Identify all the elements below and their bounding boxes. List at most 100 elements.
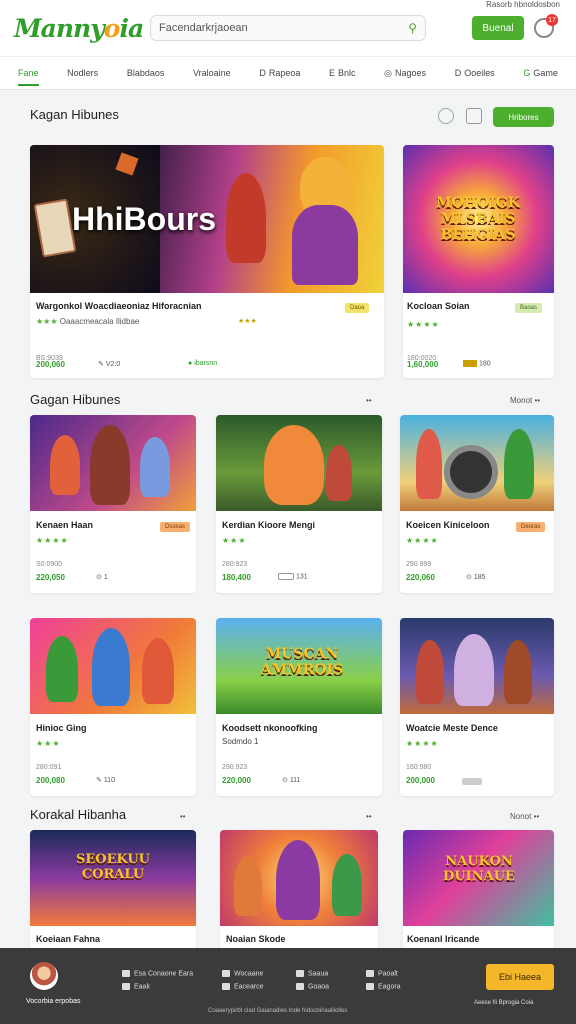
- rating-stars: ★★★: [238, 318, 257, 325]
- game-thumbnail: [400, 618, 554, 714]
- footer-right-text: Aeese fii Bprogia Coia: [474, 1000, 534, 1006]
- card-title: Koeiaan Fahna: [36, 934, 101, 944]
- tab-7[interactable]: ◎ Nagoes: [384, 60, 426, 86]
- tab-6[interactable]: E Bnlc: [329, 60, 356, 86]
- tab-4[interactable]: Vraloaine: [193, 60, 231, 86]
- dots-icon[interactable]: ••: [180, 812, 186, 821]
- section-more-3[interactable]: Nonot ••: [510, 812, 539, 821]
- bookmark-icon[interactable]: [466, 108, 482, 124]
- game-card[interactable]: SEOEKUU CORALU Koeiaan Fahna: [30, 830, 196, 950]
- game-card[interactable]: NAUKON DUINAUE Koenanl Iricande: [403, 830, 554, 950]
- featured-price: 200,060: [36, 360, 65, 369]
- grid-icon: [222, 983, 230, 991]
- card-title: Koenanl Iricande: [407, 934, 480, 944]
- dots-icon[interactable]: ••: [366, 396, 372, 405]
- footer-col-1: Esa Conaone Eara Eaak: [122, 970, 193, 997]
- card-title: Noaian Skode: [226, 934, 286, 944]
- avatar[interactable]: [30, 962, 58, 990]
- game-thumbnail: [30, 415, 196, 511]
- card-price: 180,400: [222, 573, 251, 582]
- section-title-2: Gagan Hibunes: [30, 392, 121, 407]
- card-meta: 290.999: [406, 561, 432, 568]
- dots-icon[interactable]: ••: [366, 812, 372, 821]
- tab-3[interactable]: Blabdaos: [127, 60, 165, 86]
- notification-icon[interactable]: 17: [534, 14, 558, 38]
- copyright: Coaaerypirbt clad Gaianadies Inde hidocb…: [208, 1008, 348, 1014]
- footer-link[interactable]: Saaua: [296, 970, 329, 977]
- section-button[interactable]: Hribores: [493, 107, 554, 127]
- search-input[interactable]: [159, 22, 409, 34]
- footer-button[interactable]: Ebi Haeea: [486, 964, 554, 990]
- mail-icon: [122, 970, 130, 977]
- side-banner-text: MOHOIGK MLSBAIS BEHGIAS: [436, 195, 520, 243]
- side-featured-stars: ★★★★: [407, 320, 440, 329]
- footer-link[interactable]: Esa Conaone Eara: [122, 970, 193, 977]
- nav-bar: Fane Nodlers Blabdaos Vraloaine D Rapeoa …: [0, 56, 576, 90]
- game-card[interactable]: Koeicen Kiniceloon Deoras ★★★★ 290.999 2…: [400, 415, 554, 593]
- top-link[interactable]: Rasorb hbnoldosbon: [486, 0, 560, 9]
- info-icon: [122, 983, 130, 991]
- footer-link[interactable]: Goaoa: [296, 983, 329, 991]
- footer-link[interactable]: Wocaane: [222, 970, 264, 977]
- featured-title: Wargonkol Woacdiaeoniaz Hiforacnian: [36, 301, 202, 311]
- tab-5[interactable]: D Rapeoa: [259, 60, 300, 86]
- tab-home[interactable]: Fane: [18, 68, 39, 86]
- side-featured-extra: 180: [463, 360, 491, 367]
- featured-card[interactable]: HhiBours Wargonkol Woacdiaeoniaz Hiforac…: [30, 145, 384, 378]
- side-featured-card[interactable]: MOHOIGK MLSBAIS BEHGIAS Kocloan Soian Ba…: [403, 145, 554, 378]
- card-meta: 280:091: [36, 764, 62, 771]
- settings-icon: [366, 983, 374, 991]
- section-more-2[interactable]: Monot ••: [510, 396, 540, 405]
- game-thumbnail: [216, 415, 382, 511]
- card-stars: ★★★★: [406, 739, 439, 748]
- featured-green-link[interactable]: ● ibarsnn: [188, 360, 217, 367]
- footer-link[interactable]: Eaak: [122, 983, 193, 991]
- game-banner-text: SEOEKUU CORALU: [75, 852, 151, 882]
- footer-link[interactable]: Paoalt: [366, 970, 401, 977]
- game-card[interactable]: Woatcie Meste Dence ★★★★ 160:980 200,000: [400, 618, 554, 796]
- card-subtitle: Sodmdo 1: [222, 737, 259, 746]
- tab-2[interactable]: Nodlers: [67, 60, 98, 86]
- footer: Vocorbia erpobas Esa Conaone Eara Eaak W…: [0, 948, 576, 1024]
- doc-icon: [222, 970, 230, 977]
- featured-thumbnail: HhiBours: [30, 145, 384, 293]
- footer-col-4: Paoalt Eagora: [366, 970, 401, 997]
- logo[interactable]: Mannyoia: [14, 14, 144, 43]
- footer-link[interactable]: Eacearce: [222, 983, 264, 991]
- game-card[interactable]: Kenaen Haan Dsoxas ★★★★ S0:0900 220,050 …: [30, 415, 196, 593]
- game-card[interactable]: Kerdian Kioore Mengi ★★★ 280:923 180,400…: [216, 415, 382, 593]
- card-price: 220,050: [36, 573, 65, 582]
- footer-username: Vocorbia erpobas: [26, 998, 81, 1005]
- card-meta: S0:0900: [36, 561, 63, 568]
- page-icon: [366, 970, 374, 977]
- game-card[interactable]: Noaian Skode: [220, 830, 378, 950]
- game-thumbnail: [220, 830, 378, 926]
- game-card[interactable]: MUSCAN AMMROIS Koodsett nkonoofking Sodm…: [216, 618, 382, 796]
- card-title: Koodsett nkonoofking: [222, 723, 318, 733]
- tab-icon: G: [523, 68, 531, 78]
- featured-edit[interactable]: ✎ V2:0: [98, 360, 120, 368]
- game-card[interactable]: Hinioc Ging ★★★ 280:091 200,080 ✎ 110: [30, 618, 196, 796]
- card-extra: 131: [278, 573, 308, 580]
- card-extra: ✎ 110: [96, 777, 115, 784]
- card-title: Kenaen Haan: [36, 520, 94, 530]
- tab-icon: D: [454, 68, 462, 78]
- game-thumbnail: SEOEKUU CORALU: [30, 830, 196, 926]
- card-price: 220,000: [222, 776, 251, 785]
- game-thumbnail: [30, 618, 196, 714]
- heart-icon[interactable]: [438, 108, 454, 124]
- footer-link[interactable]: Eagora: [366, 983, 401, 991]
- section-title-1: Kagan Hibunes: [30, 107, 119, 122]
- tab-8[interactable]: D Ooeiles: [455, 60, 495, 86]
- edit-icon: [296, 983, 304, 991]
- card-price: 200,080: [36, 776, 65, 785]
- card-meta: 160:980: [406, 764, 432, 771]
- card-extra: ⊙ 185: [466, 574, 486, 581]
- tab-9[interactable]: G Game: [523, 60, 558, 86]
- featured-stars: ★★★: [36, 317, 58, 326]
- search-box[interactable]: ⚲: [150, 15, 426, 41]
- card-stars: ★★★: [36, 739, 61, 748]
- card-extra-pill: [462, 778, 482, 785]
- header-button[interactable]: Buenal: [472, 16, 524, 40]
- card-meta: 290.923: [222, 764, 248, 771]
